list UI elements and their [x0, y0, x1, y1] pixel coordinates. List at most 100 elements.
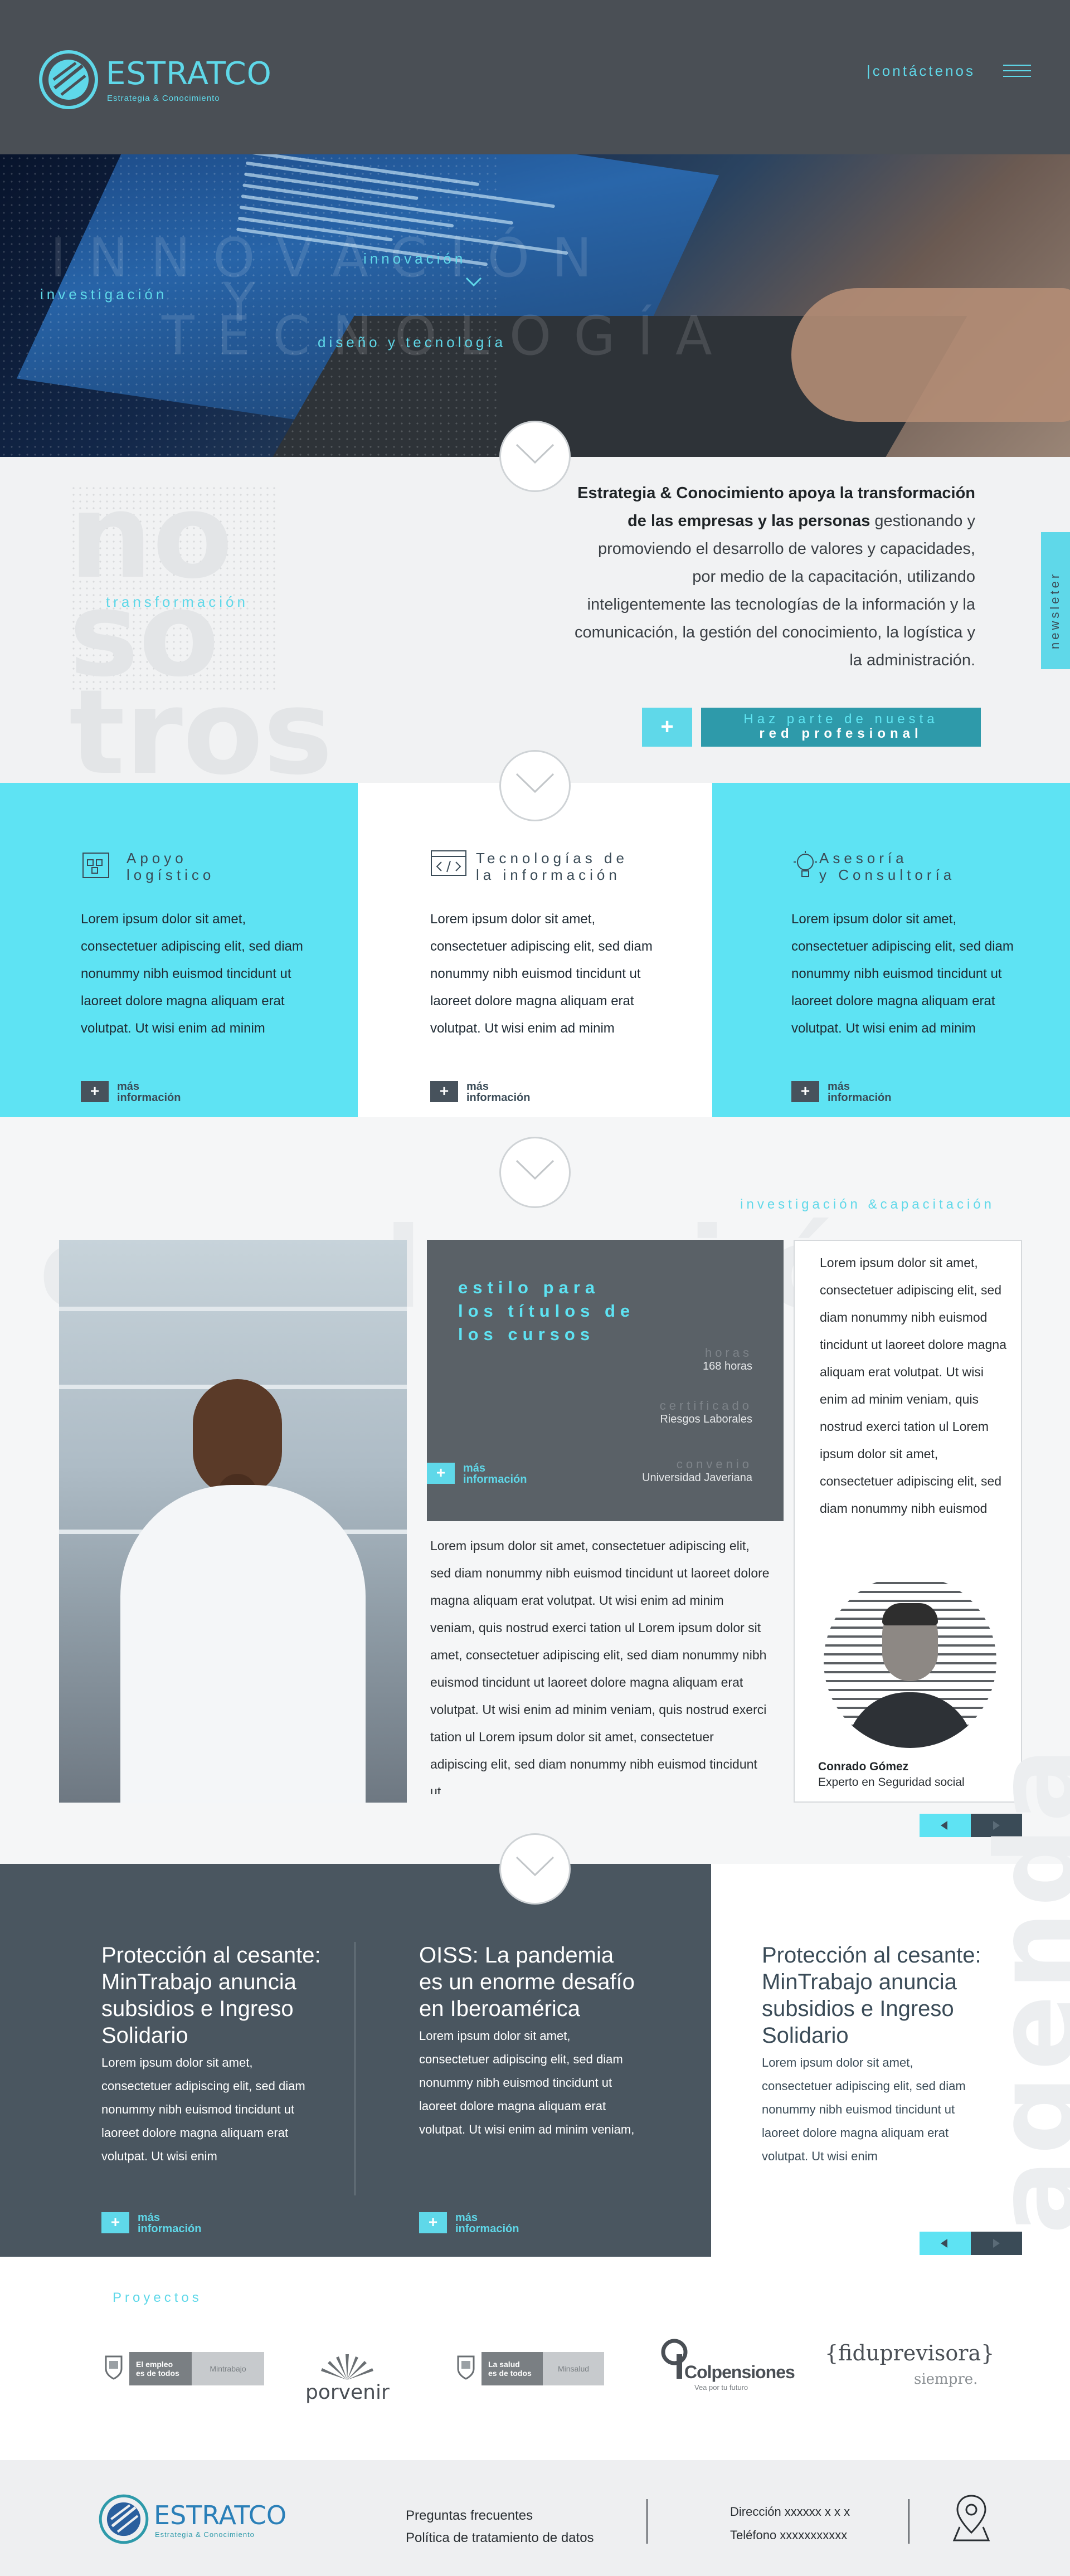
logistics-icon: [82, 853, 109, 878]
more-info-button[interactable]: + más información: [419, 2212, 519, 2234]
plus-icon: +: [791, 1081, 819, 1102]
plus-icon: +: [427, 1463, 455, 1484]
service-title: Tecnologías de la información: [476, 850, 628, 883]
join-network-button[interactable]: Haz parte de nuesta red profesional: [701, 708, 981, 747]
service-title: Apoyo logístico: [127, 850, 215, 883]
logo-fiduprevisora[interactable]: {fiduprevisora} siempre.: [825, 2338, 994, 2399]
about-ghost-title: no so tros: [69, 468, 333, 801]
arrow-left-icon: [941, 1821, 947, 1830]
projects-section: Proyectos El empleo es de todos Mintraba…: [0, 2257, 1070, 2460]
logo-colpensiones[interactable]: Colpensiones Vea por tu futuro: [658, 2338, 795, 2399]
lab-researcher-photo: [59, 1240, 407, 1803]
more-info-button[interactable]: + más información: [101, 2212, 201, 2234]
site-footer: ESTRATCO Estrategia & Conocimiento Pregu…: [0, 2460, 1070, 2576]
privacy-policy-link[interactable]: Política de tratamiento de datos: [406, 2527, 594, 2549]
news-item: Protección al cesante: MinTrabajo anunci…: [762, 1942, 985, 2168]
service-description: Lorem ipsum dolor sit amet, consectetuer…: [430, 912, 653, 1036]
logo-minsalud[interactable]: La salud es de todos Minsalud: [455, 2338, 609, 2399]
course-title: estilo para los títulos de los cursos: [458, 1278, 635, 1344]
more-info-button[interactable]: + más información: [430, 1081, 530, 1103]
expert-name: Conrado Gómez: [818, 1760, 909, 1773]
hand-image: [791, 288, 1070, 422]
news-title[interactable]: OISS: La pandemia es un enorme desafío e…: [419, 1942, 642, 2022]
course-card: estilo para los títulos de los cursos ho…: [427, 1240, 784, 1521]
add-button[interactable]: +: [642, 708, 692, 747]
service-title: Asesoría y Consultoría: [819, 850, 956, 883]
course-agreement: convenio Universidad Javeriana: [642, 1457, 752, 1484]
news-summary: Lorem ipsum dolor sit amet, consectetuer…: [101, 2056, 305, 2163]
footer-links: Preguntas frecuentes Política de tratami…: [406, 2505, 594, 2549]
more-info-button[interactable]: + más información: [81, 1081, 181, 1103]
hero-keyword-innovation: innovación: [363, 250, 466, 267]
course-hours: horas 168 horas: [703, 1346, 752, 1372]
chevron-down-icon: [515, 444, 555, 464]
site-logo[interactable]: ESTRATCO Estrategia & Conocimiento: [38, 49, 271, 109]
plus-icon: +: [81, 1081, 109, 1102]
news-item: OISS: La pandemia es un enorme desafío e…: [419, 1942, 642, 2141]
about-section: no so tros transformación Estrategia & C…: [0, 457, 1070, 801]
news-ghost-title: agenda: [972, 1742, 1070, 2234]
hamburger-menu-icon[interactable]: [1003, 65, 1031, 77]
prev-button[interactable]: [920, 2232, 971, 2255]
services-section: Apoyo logístico Lorem ipsum dolor sit am…: [0, 783, 1070, 1117]
service-description: Lorem ipsum dolor sit amet, consectetuer…: [81, 912, 303, 1036]
more-info-button[interactable]: + más información: [427, 1463, 527, 1485]
expert-photo: [824, 1575, 996, 1748]
chevron-down-icon: [515, 773, 555, 793]
faq-link[interactable]: Preguntas frecuentes: [406, 2505, 594, 2527]
chevron-down-icon: [515, 1856, 555, 1877]
logo-wordmark: ESTRATCO: [106, 56, 272, 92]
contact-link[interactable]: |contáctenos: [867, 62, 975, 80]
arrow-right-icon: [993, 2239, 1000, 2248]
logo-globe-icon: [99, 2494, 149, 2544]
footer-contact-info: Dirección xxxxxx x x x Teléfono xxxxxxxx…: [730, 2500, 850, 2547]
service-card-consulting: Asesoría y Consultoría Lorem ipsum dolor…: [712, 783, 1070, 1117]
next-button[interactable]: [971, 2232, 1022, 2255]
logo-globe-icon: [39, 50, 98, 109]
projects-label: Proyectos: [113, 2290, 202, 2305]
courses-keyword: investigación &capacitación: [740, 1197, 995, 1212]
arrow-left-icon: [941, 2239, 947, 2248]
news-item: Protección al cesante: MinTrabajo anunci…: [101, 1942, 324, 2168]
news-title[interactable]: Protección al cesante: MinTrabajo anunci…: [101, 1942, 324, 2049]
courses-section: evolución investigación &capacitación es…: [0, 1117, 1070, 1864]
plus-icon: +: [101, 2212, 129, 2233]
course-description: Lorem ipsum dolor sit amet, consectetuer…: [430, 1538, 770, 1794]
prev-button[interactable]: [920, 1814, 971, 1837]
footer-logo[interactable]: ESTRATCO Estrategia & Conocimiento: [98, 2494, 286, 2549]
location-map-icon[interactable]: [952, 2492, 991, 2544]
sun-rays-icon: [321, 2354, 373, 2380]
plus-icon: +: [419, 2212, 447, 2233]
scroll-down-button[interactable]: [499, 1137, 571, 1208]
news-summary: Lorem ipsum dolor sit amet, consectetuer…: [419, 2029, 635, 2136]
service-description: Lorem ipsum dolor sit amet, consectetuer…: [791, 912, 1014, 1036]
logo-porvenir[interactable]: porvenir: [305, 2338, 390, 2404]
address-text: Dirección xxxxxx x x x: [730, 2505, 850, 2519]
expert-bio: Lorem ipsum dolor sit amet, consectetuer…: [820, 1255, 1006, 1516]
news-title[interactable]: Protección al cesante: MinTrabajo anunci…: [762, 1942, 985, 2049]
service-card-logistics: Apoyo logístico Lorem ipsum dolor sit am…: [0, 783, 358, 1117]
news-summary: Lorem ipsum dolor sit amet, consectetuer…: [762, 2056, 966, 2163]
chevron-down-icon: [515, 1160, 555, 1180]
hero-ghost-word-1: INNOVACIÓN: [50, 227, 615, 289]
lightbulb-icon: [794, 851, 817, 877]
phone-text: Teléfono xxxxxxxxxxx: [730, 2528, 848, 2542]
plus-icon: +: [430, 1081, 458, 1102]
about-description: Estrategia & Conocimiento apoya la trans…: [575, 484, 975, 669]
scroll-down-button[interactable]: [499, 421, 571, 492]
colombia-shield-icon: [457, 2355, 475, 2380]
newsletter-tab[interactable]: newsleter: [1041, 532, 1070, 669]
logo-mintrabajo[interactable]: El empleo es de todos Mintrabajo: [103, 2338, 268, 2399]
code-window-icon: [431, 850, 466, 876]
more-info-button[interactable]: + más información: [791, 1081, 891, 1103]
expert-card: Lorem ipsum dolor sit amet, consectetuer…: [794, 1240, 1022, 1803]
hero-keyword-research: investigación: [40, 286, 168, 303]
scroll-down-button[interactable]: [499, 750, 571, 821]
hero-keyword-design: diseño y tecnología: [318, 334, 507, 350]
news-section: agenda Protección al cesante: MinTrabajo…: [0, 1743, 1070, 2257]
expert-role: Experto en Seguridad social: [818, 1776, 965, 1789]
scroll-down-button[interactable]: [499, 1833, 571, 1905]
about-keyword: transformación: [106, 593, 249, 610]
site-header: ESTRATCO Estrategia & Conocimiento |cont…: [0, 0, 1070, 154]
colombia-shield-icon: [105, 2355, 123, 2380]
